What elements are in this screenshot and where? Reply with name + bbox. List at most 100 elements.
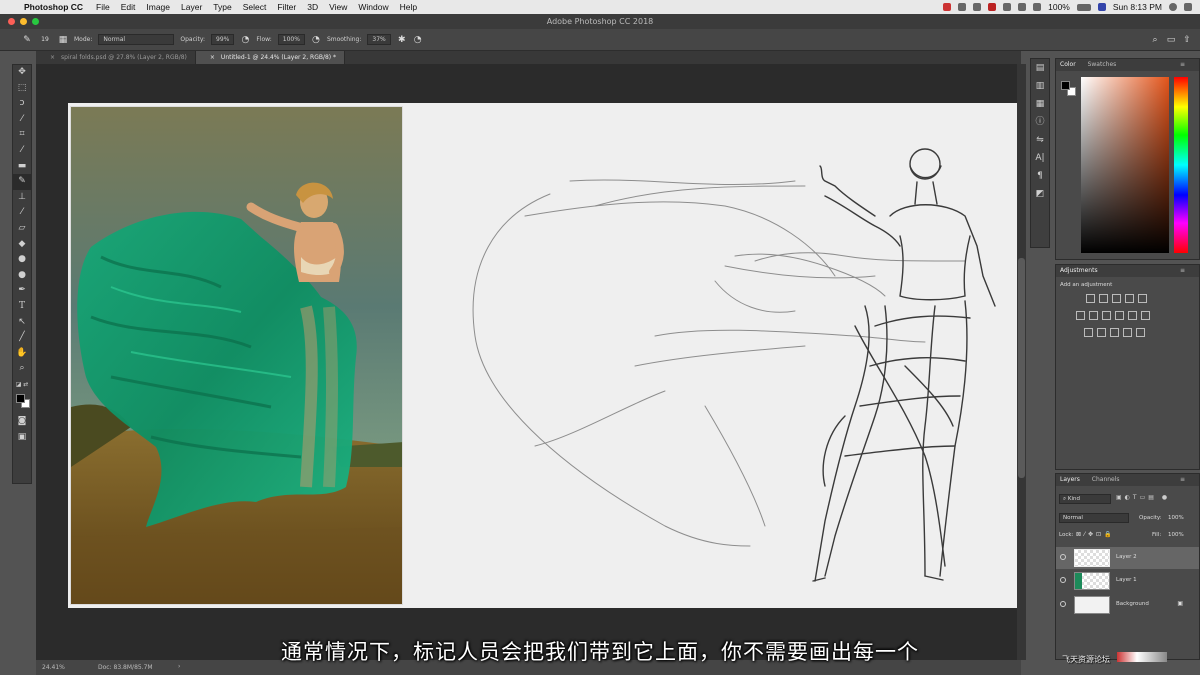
minimize-window-icon[interactable]	[20, 18, 27, 25]
libraries-icon[interactable]: ◩	[1031, 185, 1049, 203]
lock-icons[interactable]: ⊠⁄✥⊡🔒	[1076, 531, 1115, 538]
layers-opacity-value[interactable]: 100%	[1168, 515, 1184, 521]
menu-file[interactable]: File	[96, 2, 110, 12]
blur-tool-icon[interactable]: ●	[13, 252, 31, 268]
healing-brush-tool-icon[interactable]: ▬	[13, 159, 31, 175]
black-white-icon[interactable]	[1102, 311, 1111, 320]
layer-row-background[interactable]: Background ▣	[1056, 594, 1199, 616]
panel-menu-icon[interactable]: ≡	[1180, 474, 1185, 486]
battery-icon[interactable]	[1076, 3, 1091, 11]
brush-presets-icon[interactable]: ▥	[1031, 77, 1049, 95]
zoom-window-icon[interactable]	[32, 18, 39, 25]
adjustments-icon[interactable]: ⇋	[1031, 131, 1049, 149]
hue-saturation-icon[interactable]	[1076, 311, 1085, 320]
foreground-color-swatch[interactable]	[16, 394, 25, 404]
opacity-field[interactable]: 99%	[211, 34, 235, 45]
tab-swatches[interactable]: Swatches	[1088, 61, 1117, 68]
screen-mode-icon[interactable]: ▣	[13, 430, 31, 446]
wifi-icon[interactable]	[1018, 3, 1027, 11]
panel-menu-icon[interactable]: ≡	[1180, 265, 1185, 277]
pen-tool-icon[interactable]: ✒	[13, 283, 31, 299]
curves-icon[interactable]	[1112, 294, 1121, 303]
bluetooth-icon[interactable]	[1003, 3, 1012, 11]
crop-tool-icon[interactable]: ⌗	[13, 127, 31, 143]
tab-close-icon[interactable]: ×	[50, 54, 55, 61]
menu-layer[interactable]: Layer	[181, 2, 202, 12]
gear-status-icon[interactable]	[958, 3, 967, 11]
quick-mask-icon[interactable]: ◙	[13, 414, 31, 430]
search-icon[interactable]: ⌕	[1150, 35, 1160, 45]
visibility-eye-icon[interactable]	[1060, 577, 1066, 583]
tab-adjustments[interactable]: Adjustments	[1060, 267, 1098, 274]
brush-panel-icon[interactable]: ▦	[58, 35, 68, 45]
lasso-tool-icon[interactable]: ↄ	[13, 96, 31, 112]
photo-filter-icon[interactable]	[1115, 311, 1124, 320]
layer-row-layer-1[interactable]: Layer 1	[1056, 570, 1199, 592]
menu-3d[interactable]: 3D	[307, 2, 318, 12]
tab-untitled-1[interactable]: × Untitled-1 @ 24.4% (Layer 2, RGB/8) *	[195, 51, 346, 64]
color-field[interactable]	[1081, 77, 1169, 253]
levels-icon[interactable]	[1099, 294, 1108, 303]
tab-close-icon[interactable]: ×	[210, 54, 215, 61]
record-icon[interactable]	[988, 3, 997, 11]
mode-select[interactable]: Normal	[98, 34, 175, 45]
menu-view[interactable]: View	[329, 2, 347, 12]
pressure-opacity-icon[interactable]: ◔	[240, 35, 250, 45]
smoothing-gear-icon[interactable]: ✱	[397, 35, 407, 45]
zoom-tool-icon[interactable]: ⌕	[13, 361, 31, 377]
brush-tool-icon[interactable]: ✎	[13, 174, 31, 190]
color-swatches[interactable]	[13, 392, 31, 414]
hand-tool-icon[interactable]: ✋	[13, 346, 31, 362]
info-icon[interactable]: ⓘ	[1031, 113, 1049, 131]
tab-spiral-folds[interactable]: × spiral folds.psd @ 27.8% (Layer 2, RGB/…	[36, 51, 196, 64]
posterize-icon[interactable]	[1097, 328, 1106, 337]
threshold-icon[interactable]	[1110, 328, 1119, 337]
blend-mode-select[interactable]: Normal	[1059, 513, 1129, 523]
menu-image[interactable]: Image	[146, 2, 170, 12]
flag-icon[interactable]	[1097, 3, 1106, 11]
type-tool-icon[interactable]: T	[13, 299, 31, 315]
clock[interactable]: Sun 8:13 PM	[1113, 2, 1162, 12]
scrollbar-thumb[interactable]	[1018, 258, 1025, 478]
paragraph-icon[interactable]: ¶	[1031, 167, 1049, 185]
layer-filter-icons[interactable]: ▣◐T▭▤ ●	[1116, 494, 1170, 501]
panel-menu-icon[interactable]: ≡	[1180, 59, 1185, 71]
selective-color-icon[interactable]	[1136, 328, 1145, 337]
move-tool-icon[interactable]: ✥	[13, 65, 31, 81]
tab-channels[interactable]: Channels	[1092, 476, 1120, 483]
color-lookup-icon[interactable]	[1141, 311, 1150, 320]
layer-filter-select[interactable]: ⌕ Kind	[1059, 494, 1111, 504]
line-tool-icon[interactable]: ╱	[13, 330, 31, 346]
app-name-menu[interactable]: Photoshop CC	[24, 2, 83, 12]
path-selection-tool-icon[interactable]: ↖	[13, 315, 31, 331]
hue-slider[interactable]	[1174, 77, 1188, 253]
marquee-tool-icon[interactable]: ⬚	[13, 81, 31, 97]
tab-layers[interactable]: Layers	[1060, 476, 1080, 483]
menu-edit[interactable]: Edit	[121, 2, 136, 12]
smoothing-field[interactable]: 37%	[367, 34, 391, 45]
character-icon[interactable]: A|	[1031, 149, 1049, 167]
history-panel-icon[interactable]: ▤	[1031, 59, 1049, 77]
search-icon[interactable]	[1169, 3, 1177, 11]
visibility-eye-icon[interactable]	[1060, 601, 1066, 607]
close-window-icon[interactable]	[8, 18, 15, 25]
visibility-eye-icon[interactable]	[1060, 554, 1066, 560]
menu-filter[interactable]: Filter	[277, 2, 296, 12]
color-balance-icon[interactable]	[1089, 311, 1098, 320]
vibrance-icon[interactable]	[1138, 294, 1147, 303]
menu-select[interactable]: Select	[243, 2, 267, 12]
menu-type[interactable]: Type	[213, 2, 231, 12]
magic-wand-tool-icon[interactable]: ⁄	[13, 112, 31, 128]
invert-icon[interactable]	[1084, 328, 1093, 337]
default-colors-icon[interactable]: ◪ ⇄	[13, 377, 31, 393]
paint-bucket-tool-icon[interactable]: ◆	[13, 237, 31, 253]
brush-size-picker[interactable]: 19	[38, 35, 52, 45]
layer-row-layer-2[interactable]: Layer 2	[1056, 547, 1199, 569]
brightness-icon[interactable]	[1086, 294, 1095, 303]
volume-icon[interactable]	[1033, 3, 1042, 11]
fill-value[interactable]: 100%	[1168, 532, 1184, 538]
clone-stamp-tool-icon[interactable]: ⊥	[13, 190, 31, 206]
gradient-map-icon[interactable]	[1123, 328, 1132, 337]
color-foreground-swatch[interactable]	[1061, 81, 1070, 90]
menu-window[interactable]: Window	[358, 2, 388, 12]
